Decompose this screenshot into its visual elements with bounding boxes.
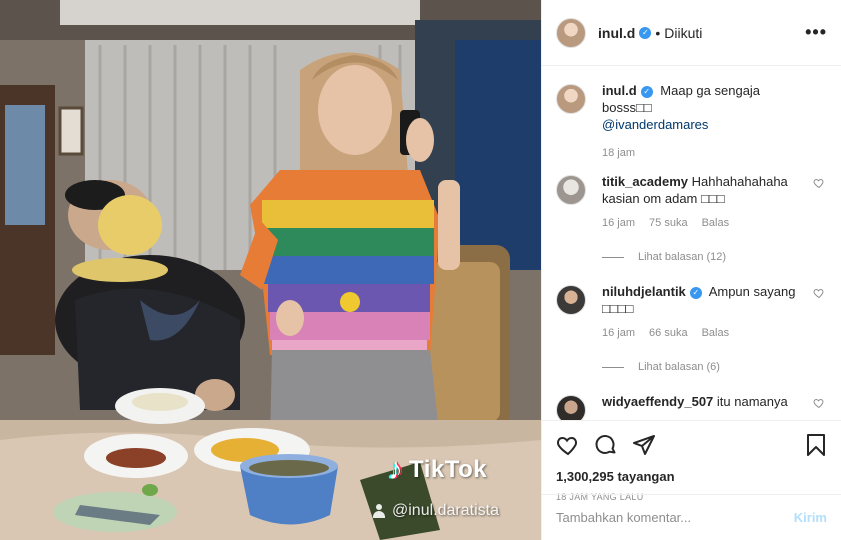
tiktok-watermark-text: TikTok [409, 456, 488, 483]
comment-icon[interactable] [594, 433, 618, 457]
tiktok-watermark: ♪ TikTok [388, 455, 487, 485]
commenter-avatar[interactable] [556, 175, 586, 205]
caption-avatar[interactable] [556, 84, 586, 114]
like-comment-icon[interactable] [813, 397, 825, 409]
caption: inul.d ✓ Maap ga sengaja bosss□□ @ivander… [556, 82, 827, 159]
comment-text: itu namanya [716, 394, 788, 409]
more-options-icon[interactable]: ••• [805, 22, 827, 43]
like-icon[interactable] [556, 433, 580, 457]
view-replies-label[interactable]: Lihat balasan (12) [638, 251, 726, 263]
commenter-avatar[interactable] [556, 285, 586, 315]
caption-mention-link[interactable]: @ivanderdamares [602, 117, 708, 132]
caption-time[interactable]: 18 jam [602, 147, 635, 159]
like-comment-icon[interactable] [813, 177, 825, 189]
commenter-username[interactable]: niluhdjelantik [602, 284, 686, 299]
bookmark-icon[interactable] [805, 433, 827, 457]
post-side-panel: inul.d ✓ • Diikuti ••• inul.d ✓ Maap ga s… [541, 0, 841, 540]
comments-list[interactable]: inul.d ✓ Maap ga sengaja bosss□□ @ivander… [542, 66, 841, 420]
tiktok-handle-text: @inul.daratista [392, 502, 499, 519]
comment-time[interactable]: 16 jam [602, 217, 635, 229]
replies-divider [602, 366, 624, 368]
caption-username[interactable]: inul.d [602, 83, 637, 98]
post-video[interactable]: ♪ TikTok @inul.daratista [0, 0, 541, 540]
reply-button[interactable]: Balas [702, 327, 730, 339]
action-icons-row [556, 431, 827, 459]
share-icon[interactable] [632, 433, 656, 457]
user-icon [372, 504, 386, 518]
comment-item: widyaeffendy_507 itu namanya [556, 393, 827, 420]
commenter-avatar[interactable] [556, 395, 586, 420]
post-comment-button[interactable]: Kirim [794, 510, 827, 525]
comment-time[interactable]: 16 jam [602, 327, 635, 339]
replies-divider [602, 256, 624, 258]
comment-item: niluhdjelantik ✓ Ampun sayang □□□□ 16 jam… [556, 283, 827, 339]
tiktok-handle: @inul.daratista [372, 502, 499, 520]
author-username[interactable]: inul.d [598, 25, 635, 41]
commenter-username[interactable]: widyaeffendy_507 [602, 394, 713, 409]
verified-badge-icon: ✓ [689, 286, 702, 299]
view-replies-label[interactable]: Lihat balasan (6) [638, 361, 720, 373]
post-header: inul.d ✓ • Diikuti ••• [542, 0, 841, 66]
comment-likes[interactable]: 66 suka [649, 327, 688, 339]
verified-badge-icon: ✓ [640, 85, 653, 98]
verified-badge-icon: ✓ [639, 26, 652, 39]
view-count[interactable]: 1,300,295 tayangan [556, 469, 827, 484]
header-separator: • [655, 24, 661, 41]
follow-status-button[interactable]: Diikuti [664, 25, 702, 41]
view-replies-button[interactable]: Lihat balasan (12) [602, 251, 827, 263]
comment-item: titik_academy Hahhahahahaha kasian om ad… [556, 173, 827, 229]
tiktok-logo-icon: ♪ [388, 453, 403, 486]
comment-input[interactable] [556, 510, 794, 525]
author-avatar[interactable] [556, 17, 586, 48]
commenter-username[interactable]: titik_academy [602, 174, 688, 189]
post-actions: 1,300,295 tayangan 18 JAM YANG LALU Kiri… [542, 420, 841, 540]
instagram-post-modal: ♪ TikTok @inul.daratista inul.d ✓ • Diik… [0, 0, 841, 540]
comment-composer: Kirim [542, 494, 841, 540]
reply-button[interactable]: Balas [702, 217, 730, 229]
view-replies-button[interactable]: Lihat balasan (6) [602, 361, 827, 373]
like-comment-icon[interactable] [813, 287, 825, 299]
comment-likes[interactable]: 75 suka [649, 217, 688, 229]
